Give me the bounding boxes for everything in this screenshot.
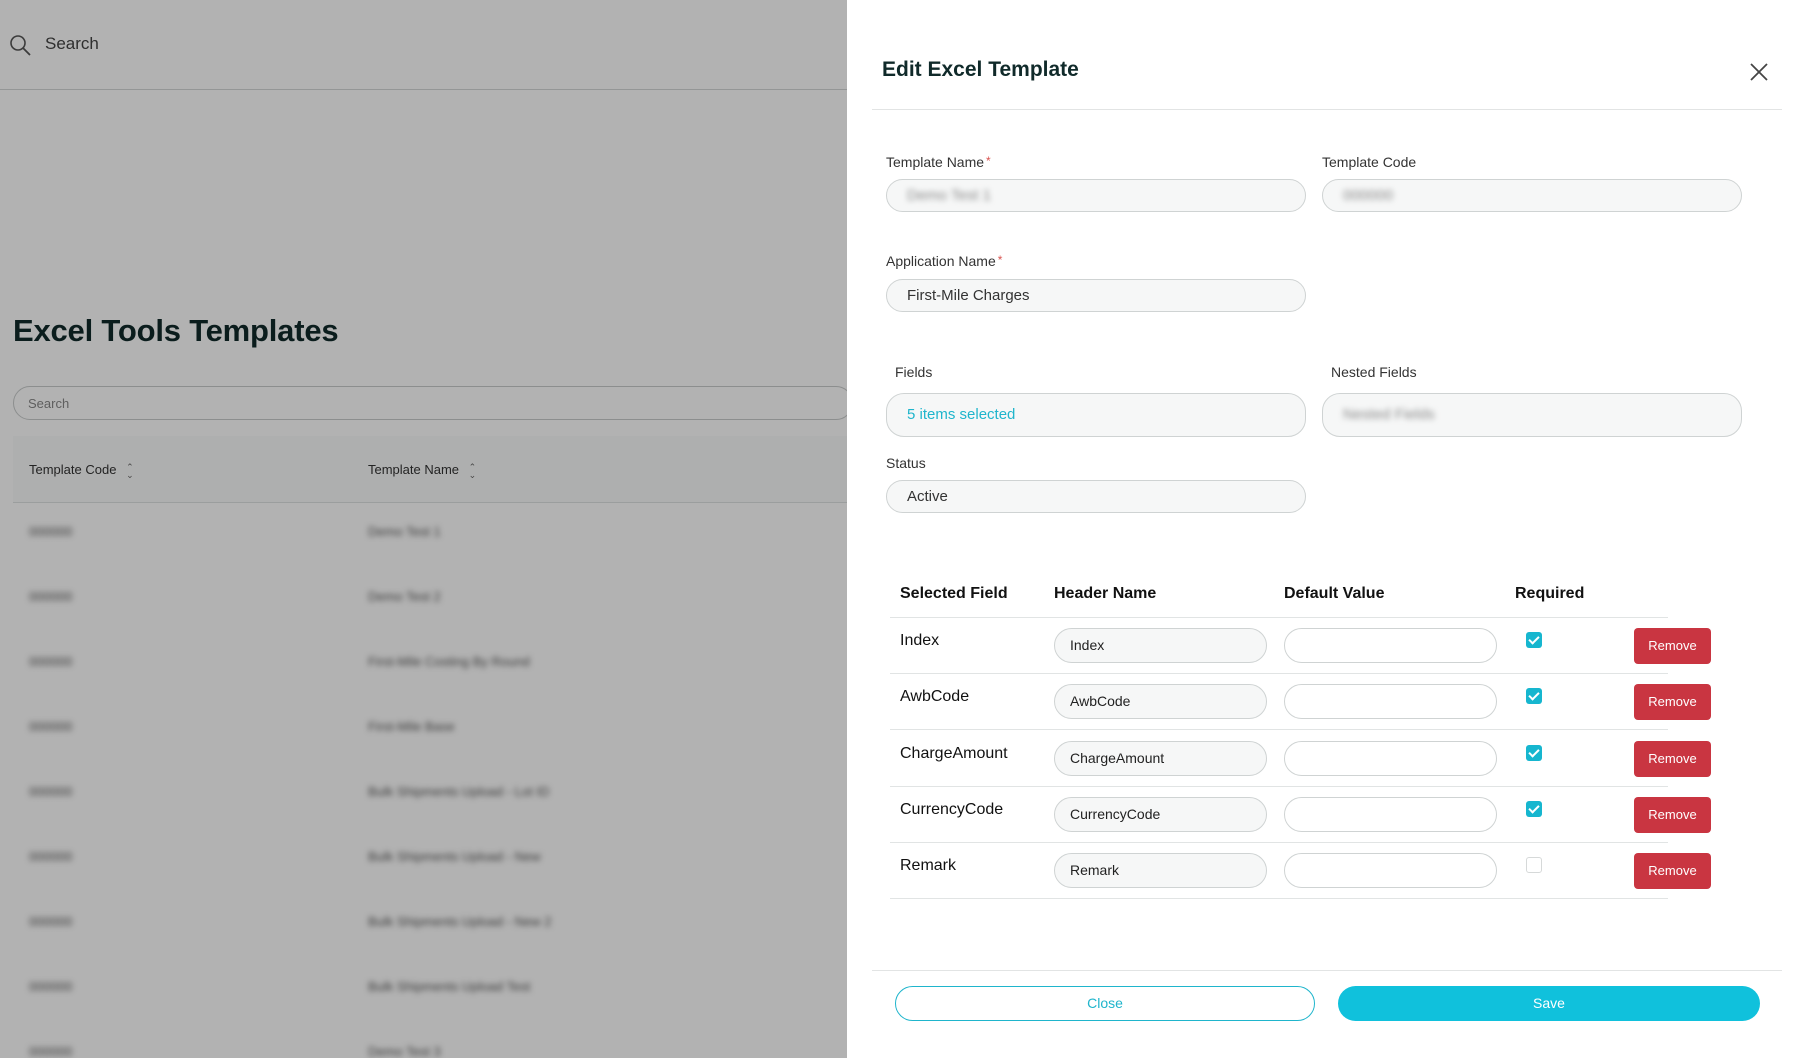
divider [890,842,1668,843]
divider [872,970,1782,971]
default-value-input[interactable] [1284,628,1497,663]
divider [890,673,1668,674]
divider [890,729,1668,730]
divider [872,109,1782,110]
template-name-label: Template Name * [886,154,991,170]
status-label: Status [886,455,926,471]
application-name-label: Application Name * [886,253,1003,269]
selected-field-name: Remark [900,857,957,874]
divider [890,898,1668,899]
default-value-input[interactable] [1284,797,1497,832]
header-name-input[interactable]: Remark [1054,853,1267,888]
remove-button[interactable]: Remove [1634,741,1711,777]
header-name-input[interactable]: ChargeAmount [1054,741,1267,776]
header-name-input[interactable]: AwbCode [1054,684,1267,719]
column-header-required: Required [1515,585,1585,602]
divider [890,786,1668,787]
remove-button[interactable]: Remove [1634,684,1711,720]
column-header-default-value: Default Value [1284,585,1385,602]
fields-label: Fields [895,364,933,380]
close-button[interactable]: Close [895,986,1315,1021]
save-button[interactable]: Save [1338,986,1760,1021]
close-icon[interactable] [1747,60,1771,84]
selected-field-name: Index [900,632,940,649]
default-value-input[interactable] [1284,853,1497,888]
remove-button[interactable]: Remove [1634,853,1711,889]
default-value-input[interactable] [1284,684,1497,719]
selected-field-name: CurrencyCode [900,801,1004,818]
required-checkbox[interactable] [1526,857,1542,873]
required-checkbox[interactable] [1526,632,1542,648]
default-value-input[interactable] [1284,741,1497,776]
selected-field-name: ChargeAmount [900,745,1008,762]
status-select[interactable]: Active [886,480,1306,513]
modal-backdrop[interactable] [0,0,847,1058]
nested-fields-multiselect[interactable]: Nested Fields [1322,393,1742,437]
required-checkbox[interactable] [1526,745,1542,761]
template-code-input[interactable]: 000000 [1322,179,1742,212]
header-name-input[interactable]: Index [1054,628,1267,663]
edit-template-drawer: Edit Excel Template Template Name * Demo … [847,0,1807,1058]
drawer-title: Edit Excel Template [882,58,1079,81]
remove-button[interactable]: Remove [1634,797,1711,833]
header-name-input[interactable]: CurrencyCode [1054,797,1267,832]
required-mark: * [997,253,1003,267]
template-name-input[interactable]: Demo Test 1 [886,179,1306,212]
required-mark: * [986,154,991,168]
template-code-label: Template Code [1322,154,1417,170]
application-name-select[interactable]: First-Mile Charges [886,279,1306,312]
required-checkbox[interactable] [1526,688,1542,704]
selected-field-name: AwbCode [900,688,970,705]
divider [890,617,1668,618]
column-header-header-name: Header Name [1054,585,1157,602]
remove-button[interactable]: Remove [1634,628,1711,664]
column-header-selected-field: Selected Field [900,585,1008,602]
nested-fields-label: Nested Fields [1331,364,1417,380]
required-checkbox[interactable] [1526,801,1542,817]
fields-multiselect[interactable]: 5 items selected [886,393,1306,437]
